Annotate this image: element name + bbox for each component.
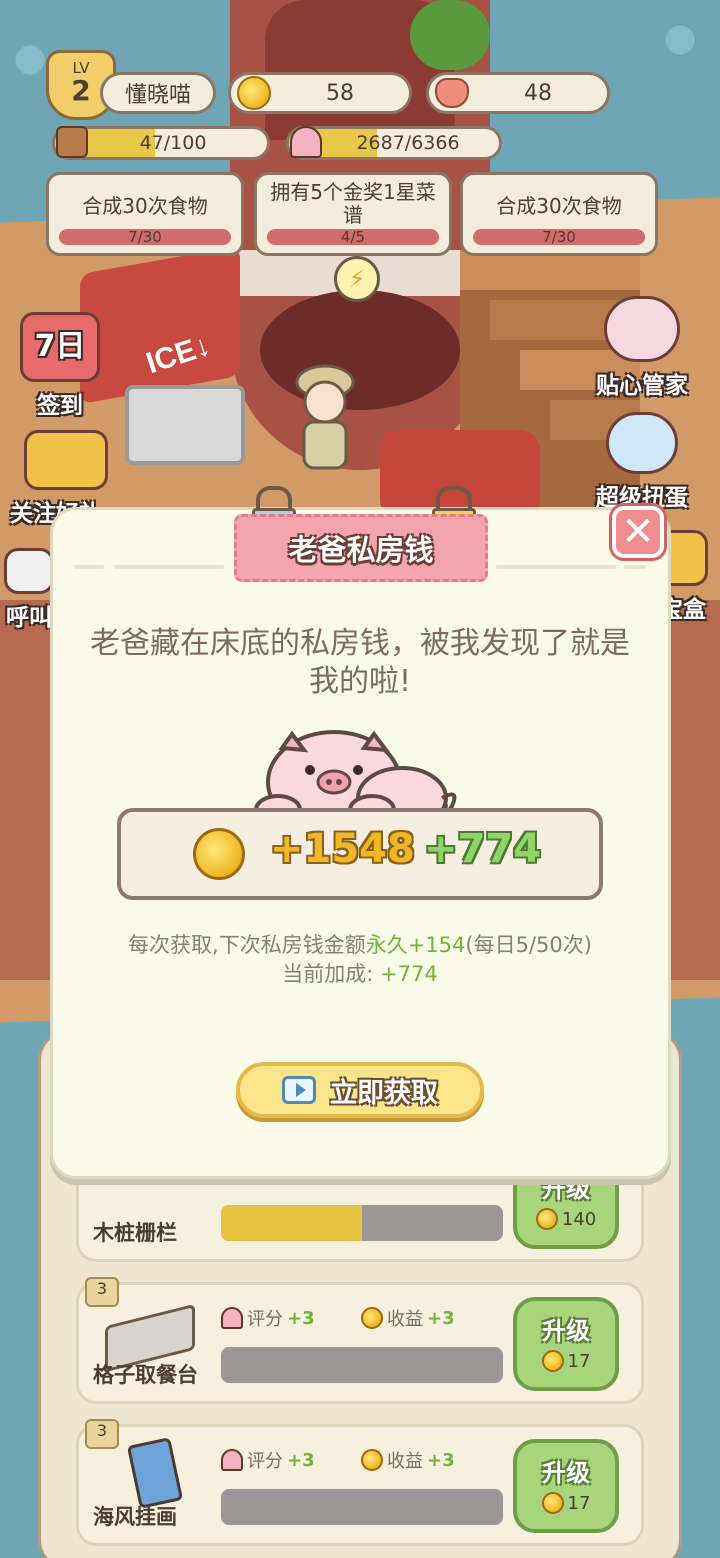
gold-coin-icon: [193, 828, 245, 880]
rule-highlight: 永久+154: [365, 933, 466, 957]
current-bonus-text: 当前加成: +774: [60, 958, 660, 988]
dialog-divider: [74, 565, 104, 569]
close-icon: ✕: [621, 509, 655, 555]
claim-now-button[interactable]: 立即获取: [236, 1062, 484, 1118]
rule-suffix: (每日5/50次): [465, 933, 592, 957]
close-button[interactable]: ✕: [612, 506, 664, 558]
bonus-label: 当前加成:: [282, 962, 381, 986]
dialog-title: 老爸私房钱: [234, 514, 488, 582]
reward-rule-text: 每次获取,下次私房钱金额永久+154(每日5/50次): [60, 929, 660, 959]
rule-prefix: 每次获取,下次私房钱金额: [128, 933, 366, 957]
claim-button-label: 立即获取: [330, 1077, 438, 1109]
video-play-icon: [282, 1076, 316, 1104]
reward-bonus-amount: +774: [424, 826, 542, 872]
dialog-description: 老爸藏在床底的私房钱，被我发现了就是我的啦!: [90, 626, 630, 699]
bonus-value: +774: [380, 962, 438, 986]
reward-amount: +1548: [270, 826, 415, 872]
dialog-divider: [496, 565, 616, 569]
dialog-divider: [114, 565, 224, 569]
dialog-divider: [624, 565, 646, 569]
